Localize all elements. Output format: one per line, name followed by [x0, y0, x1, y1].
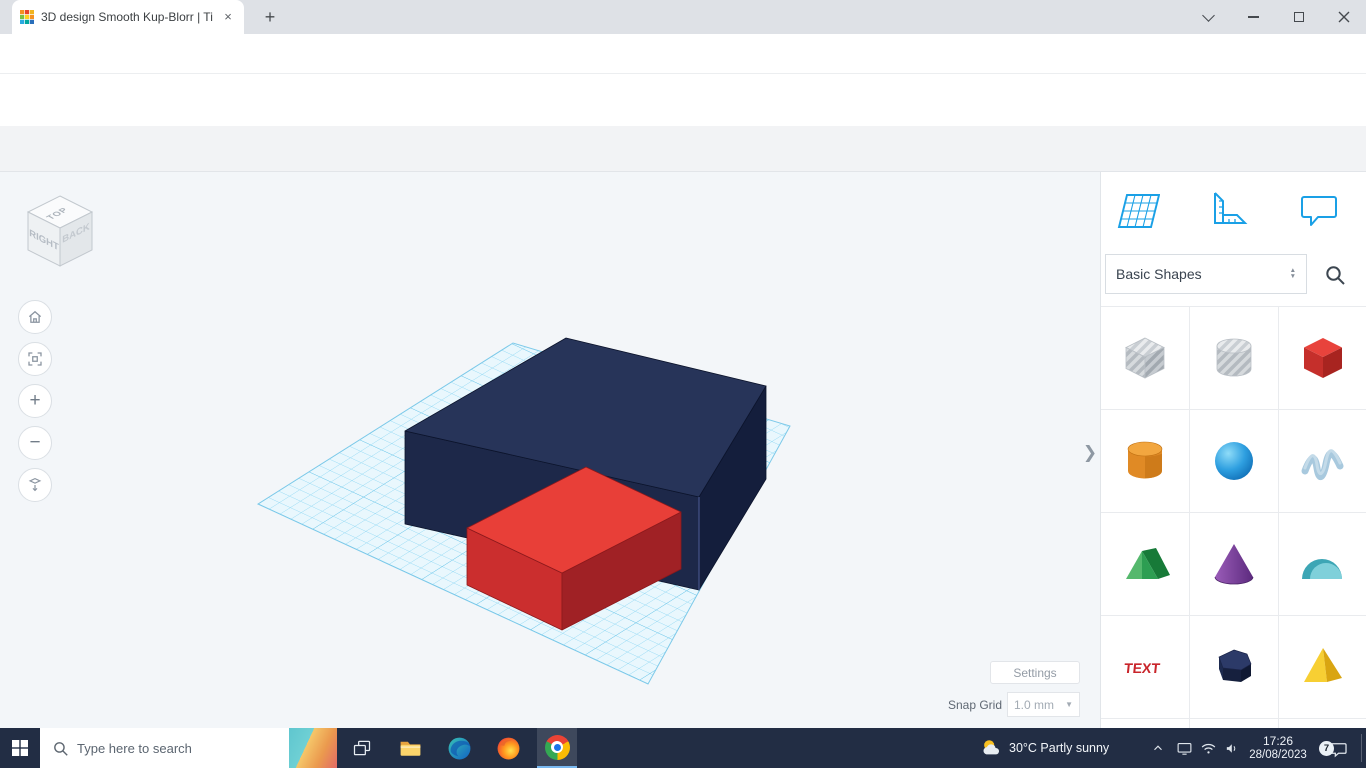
- fit-view-button[interactable]: [18, 342, 52, 376]
- shape-tile-polygon[interactable]: [1190, 616, 1279, 719]
- shape-category-value: Basic Shapes: [1116, 266, 1202, 282]
- windows-taskbar: 30°C Partly sunny 17:26 28/08/2023 7: [0, 728, 1366, 768]
- screen: 3D design Smooth Kup-Blorr | Ti × + tink…: [0, 0, 1366, 768]
- shape-tile-box-hole[interactable]: [1101, 307, 1190, 410]
- weather-widget[interactable]: 30°C Partly sunny: [980, 728, 1109, 768]
- weather-text: 30°C Partly sunny: [1009, 741, 1109, 755]
- select-arrows-icon: ▲▼: [1290, 268, 1296, 280]
- tray-volume-icon[interactable]: [1220, 728, 1244, 768]
- notification-count-badge: 7: [1319, 741, 1334, 756]
- tray-chevron-up-icon[interactable]: [1146, 728, 1170, 768]
- modeling-viewport[interactable]: TOP RIGHT BACK + − ❯ Settings Snap Grid …: [0, 172, 1100, 728]
- zoom-out-button[interactable]: −: [18, 426, 52, 460]
- shape-tile-cylinder[interactable]: [1101, 410, 1190, 513]
- browser-tab[interactable]: 3D design Smooth Kup-Blorr | Ti ×: [12, 0, 244, 34]
- tab-title: 3D design Smooth Kup-Blorr | Ti: [41, 10, 213, 24]
- shape-tile-cone[interactable]: [1190, 513, 1279, 616]
- text-shape-glyph: TEXT: [1123, 660, 1161, 676]
- shape-tile-cylinder-hole[interactable]: [1190, 307, 1279, 410]
- ruler-tool-icon[interactable]: [1205, 186, 1253, 234]
- clock-date: 28/08/2023: [1249, 748, 1307, 762]
- shape-tile-sphere[interactable]: [1190, 410, 1279, 513]
- shape-grid: TEXT: [1101, 306, 1366, 728]
- shape-tile-scribble[interactable]: [1279, 410, 1366, 513]
- tab-search-chevron-icon[interactable]: [1186, 0, 1231, 34]
- show-desktop-divider[interactable]: [1361, 734, 1362, 762]
- tray-network-icon[interactable]: [1196, 728, 1220, 768]
- shape-category-select[interactable]: Basic Shapes ▲▼: [1105, 254, 1307, 294]
- settings-button[interactable]: Settings: [990, 661, 1080, 684]
- file-explorer-icon[interactable]: [390, 728, 430, 768]
- workplane-tool-icon[interactable]: [1113, 186, 1161, 234]
- chrome-icon[interactable]: [537, 728, 577, 768]
- edge-icon[interactable]: [439, 728, 479, 768]
- home-view-button[interactable]: [18, 300, 52, 334]
- start-button[interactable]: [0, 728, 40, 768]
- taskbar-search[interactable]: [40, 728, 337, 768]
- new-tab-button[interactable]: +: [258, 6, 282, 30]
- scene-svg: [0, 172, 1100, 728]
- tab-close-icon[interactable]: ×: [220, 9, 236, 25]
- task-view-button[interactable]: [346, 732, 378, 764]
- shape-tile-text[interactable]: TEXT: [1101, 616, 1190, 719]
- tray-display-icon[interactable]: [1172, 728, 1196, 768]
- window-controls: [1186, 0, 1366, 34]
- shape-tile-box[interactable]: [1279, 307, 1366, 410]
- partly-sunny-icon: [980, 737, 1002, 759]
- browser-address-bar: tinkercad.com/things/kGMgD63SJsN-smooth-…: [0, 34, 1366, 74]
- perspective-toggle-button[interactable]: [18, 468, 52, 502]
- firefox-icon[interactable]: [488, 728, 528, 768]
- taskbar-clock[interactable]: 17:26 28/08/2023: [1244, 728, 1312, 768]
- search-input[interactable]: [77, 741, 289, 756]
- window-minimize-button[interactable]: [1231, 0, 1276, 34]
- snap-grid-value: 1.0 mm: [1014, 698, 1054, 712]
- shape-tile-partial[interactable]: [1190, 719, 1279, 728]
- browser-tab-strip: 3D design Smooth Kup-Blorr | Ti × +: [0, 0, 1366, 34]
- window-maximize-button[interactable]: [1276, 0, 1321, 34]
- shape-tile-roof[interactable]: [1101, 513, 1190, 616]
- shape-tile-pyramid[interactable]: [1279, 616, 1366, 719]
- shape-tile-partial[interactable]: [1101, 719, 1190, 728]
- snap-grid-select[interactable]: 1.0 mm ▼: [1007, 692, 1080, 717]
- tinkercad-header: T I N K E R C A D Smooth Kup-Blorr All c…: [0, 74, 1366, 126]
- chevron-down-icon: ▼: [1065, 700, 1073, 709]
- view-cube[interactable]: TOP RIGHT BACK: [14, 186, 106, 278]
- window-close-button[interactable]: [1321, 0, 1366, 34]
- search-icon: [52, 740, 69, 757]
- notes-tool-icon[interactable]: [1295, 186, 1343, 234]
- shape-tile-partial[interactable]: [1279, 719, 1366, 728]
- shape-tile-round-roof[interactable]: [1279, 513, 1366, 616]
- tab-favicon-icon: [20, 10, 34, 24]
- zoom-in-button[interactable]: +: [18, 384, 52, 418]
- clock-time: 17:26: [1263, 734, 1293, 748]
- shapes-panel: Basic Shapes ▲▼: [1100, 172, 1366, 728]
- shape-search-button[interactable]: [1313, 260, 1357, 290]
- action-center-button[interactable]: 7: [1316, 728, 1360, 768]
- snap-grid-label: Snap Grid: [902, 692, 1002, 717]
- edit-toolbar: Import Export Send To: [0, 126, 1366, 172]
- search-highlight-image[interactable]: [289, 728, 337, 768]
- panel-collapse-chevron[interactable]: ❯: [1080, 436, 1100, 470]
